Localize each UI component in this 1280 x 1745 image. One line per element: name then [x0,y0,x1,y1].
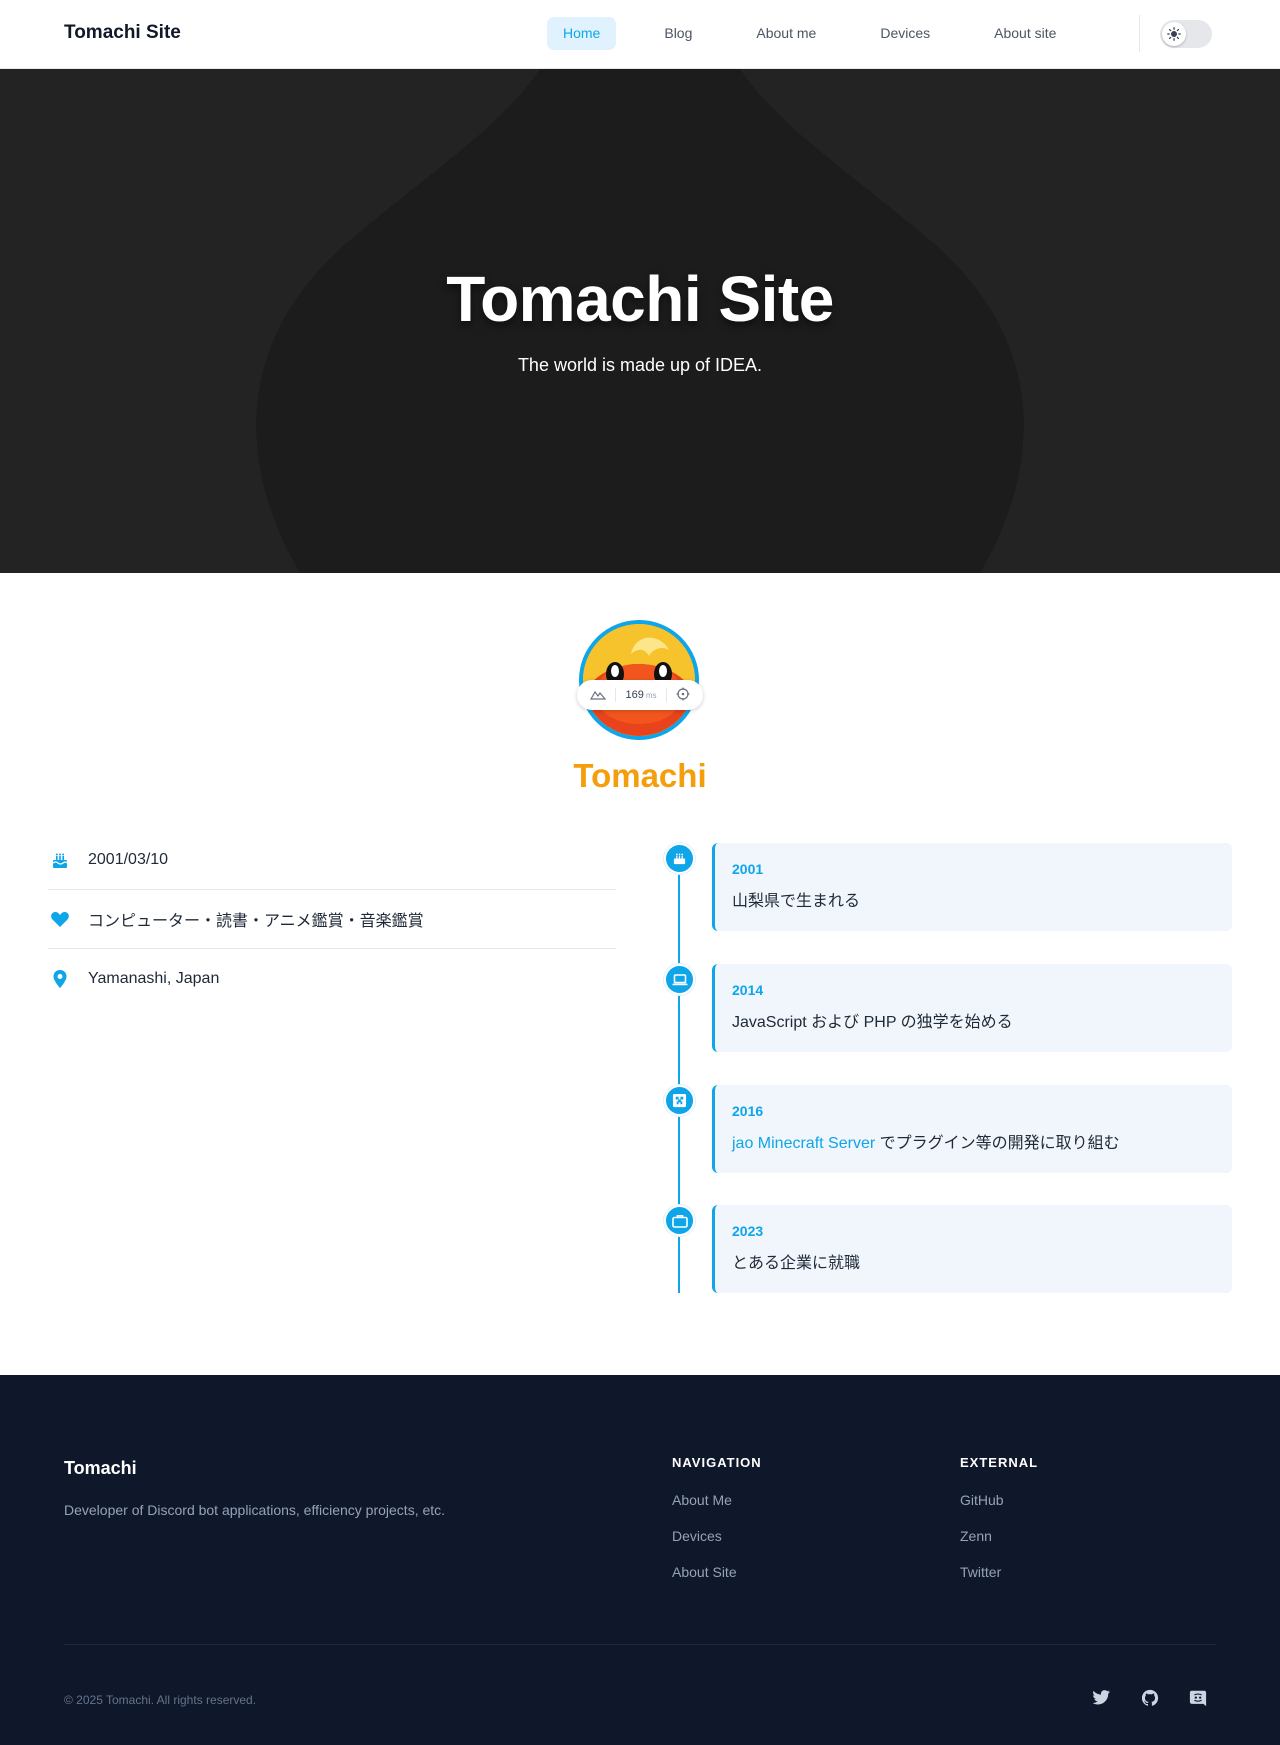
load-time-readout: 169 ms [625,689,656,701]
timeline-year: 2016 [732,1103,764,1119]
nav-blog[interactable]: Blog [648,17,708,50]
footer-copyright: © 2025 Tomachi. All rights reserved. [64,1693,257,1707]
cake-icon [664,843,695,874]
footer-link-github[interactable]: GitHub [960,1492,1038,1508]
load-time-value: 169 [625,689,644,701]
site-brand[interactable]: Tomachi Site [64,22,181,44]
footer-brand: Tomachi [64,1458,137,1478]
footer-link-about-site[interactable]: About Site [672,1564,762,1580]
nav-divider [1139,15,1140,52]
hero-banner: Tomachi Site The world is made up of IDE… [0,69,1280,573]
mountain-icon[interactable] [589,688,606,703]
timeline-year: 2001 [732,861,764,877]
footer-link-devices[interactable]: Devices [672,1528,762,1544]
birthday-cake-icon [48,848,72,872]
twitter-icon[interactable] [1091,1687,1113,1709]
timeline-text: 山梨県で生まれる [732,893,861,910]
toolbar-divider [615,688,617,702]
location-pin-icon [48,967,72,991]
timeline-year: 2014 [732,982,764,998]
timeline-text: JavaScript および PHP の独学を始める [732,1014,1013,1031]
jao-minecraft-link[interactable]: jao Minecraft Server [732,1135,875,1152]
footer-navigation: NAVIGATION About Me Devices About Site [672,1455,762,1600]
timeline-text: jao Minecraft Server でプラグイン等の開発に取り組む [732,1129,1232,1153]
sun-icon [1162,22,1186,46]
nav-devices[interactable]: Devices [864,17,946,50]
theme-toggle[interactable] [1160,20,1212,48]
minecraft-icon [664,1085,695,1116]
info-hobbies-text: コンピューター・読書・アニメ鑑賞・音楽鑑賞 [88,913,424,930]
timeline-item: 2014 JavaScript および PHP の独学を始める [712,964,1232,1052]
timeline-year: 2023 [732,1223,764,1239]
github-icon[interactable] [1139,1687,1161,1709]
info-birthday: 2001/03/10 [48,831,616,890]
nav-about-me[interactable]: About me [740,17,832,50]
nav-home[interactable]: Home [547,17,617,50]
discord-icon[interactable] [1187,1687,1209,1709]
site-footer: Tomachi Developer of Discord bot applica… [0,1375,1280,1745]
site-header: Tomachi Site Home Blog About me Devices … [0,0,1280,69]
info-location: Yamanashi, Japan [48,949,616,1008]
timeline-item: 2001 山梨県で生まれる [712,843,1232,931]
hero-title: Tomachi Site [446,263,834,335]
crosshair-icon[interactable] [676,687,690,704]
heart-icon [48,907,72,931]
info-hobbies: コンピューター・読書・アニメ鑑賞・音楽鑑賞 [48,890,616,949]
info-location-text: Yamanashi, Japan [88,969,220,987]
briefcase-icon [664,1205,695,1236]
hero-subtitle: The world is made up of IDEA. [517,355,763,375]
timeline-item: 2016 jao Minecraft Server でプラグイン等の開発に取り組… [712,1085,1232,1173]
footer-divider [64,1644,1216,1645]
load-time-unit: ms [645,691,657,700]
toolbar-divider [665,688,667,702]
profile-info-list: 2001/03/10 コンピューター・読書・アニメ鑑賞・音楽鑑賞 Yamanas… [48,831,616,1008]
timeline-text-rest: でプラグイン等の開発に取り組む [875,1135,1120,1152]
nav-about-site[interactable]: About site [978,17,1072,50]
profile-card: 169 ms Tomachi 2001/03/10 コンピューター・読書・アニメ鑑… [0,573,1280,1375]
main-nav: Home Blog About me Devices About site [547,17,1104,50]
footer-description: Developer of Discord bot applications, e… [64,1502,446,1518]
footer-link-twitter[interactable]: Twitter [960,1564,1038,1580]
image-toolbar: 169 ms [577,680,703,710]
timeline-item: 2023 とある企業に就職 [712,1205,1232,1293]
timeline-text: とある企業に就職 [732,1255,861,1272]
profile-name: Tomachi [573,757,707,794]
footer-external-heading: EXTERNAL [960,1455,1039,1470]
footer-navigation-heading: NAVIGATION [672,1455,762,1470]
footer-link-zenn[interactable]: Zenn [960,1528,1038,1544]
info-birthday-text: 2001/03/10 [88,851,169,868]
footer-link-about-me[interactable]: About Me [672,1492,762,1508]
laptop-icon [664,964,695,995]
footer-external: EXTERNAL GitHub Zenn Twitter [960,1455,1038,1600]
